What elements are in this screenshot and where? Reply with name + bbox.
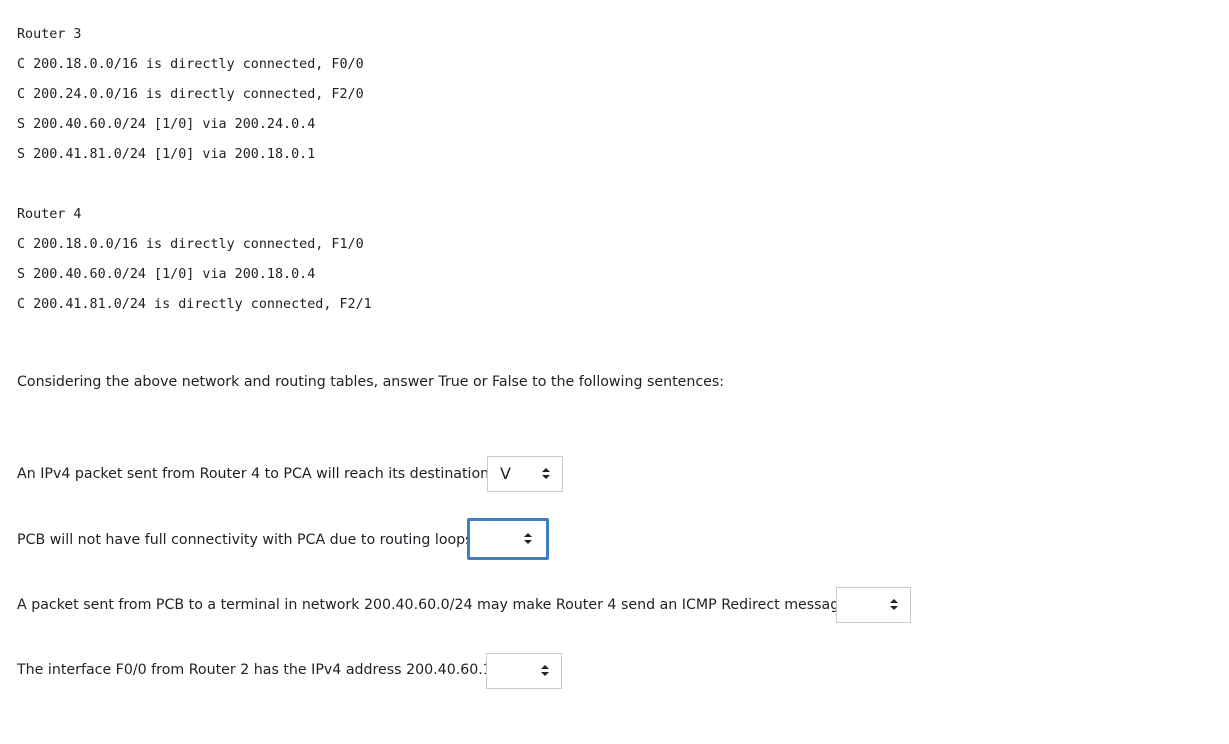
question-2-text: PCB will not have full connectivity with…: [17, 532, 478, 548]
instructions-text: Considering the above network and routin…: [17, 374, 725, 390]
router4-route-2: S 200.40.60.0/24 [1/0] via 200.18.0.4: [17, 267, 316, 282]
question-2-select[interactable]: [467, 518, 549, 560]
question-1-text: An IPv4 packet sent from Router 4 to PCA…: [17, 466, 494, 482]
question-3-select[interactable]: [836, 587, 911, 623]
up-down-arrows-icon: [524, 533, 532, 544]
up-down-arrows-icon: [542, 468, 550, 479]
router4-route-1: C 200.18.0.0/16 is directly connected, F…: [17, 237, 364, 252]
router3-title: Router 3: [17, 27, 82, 42]
router4-title: Router 4: [17, 207, 82, 222]
router3-route-2: C 200.24.0.0/16 is directly connected, F…: [17, 87, 364, 102]
up-down-arrows-icon: [890, 599, 898, 610]
question-3-text: A packet sent from PCB to a terminal in …: [17, 597, 853, 613]
question-4-text: The interface F0/0 from Router 2 has the…: [17, 662, 497, 678]
up-down-arrows-icon: [541, 665, 549, 676]
question-4-select[interactable]: [486, 653, 562, 689]
router3-route-1: C 200.18.0.0/16 is directly connected, F…: [17, 57, 364, 72]
router3-route-4: S 200.41.81.0/24 [1/0] via 200.18.0.1: [17, 147, 316, 162]
question-1-select[interactable]: V: [487, 456, 563, 492]
router4-route-3: C 200.41.81.0/24 is directly connected, …: [17, 297, 372, 312]
router3-route-3: S 200.40.60.0/24 [1/0] via 200.24.0.4: [17, 117, 316, 132]
question-1-selected-value: V: [500, 464, 511, 483]
